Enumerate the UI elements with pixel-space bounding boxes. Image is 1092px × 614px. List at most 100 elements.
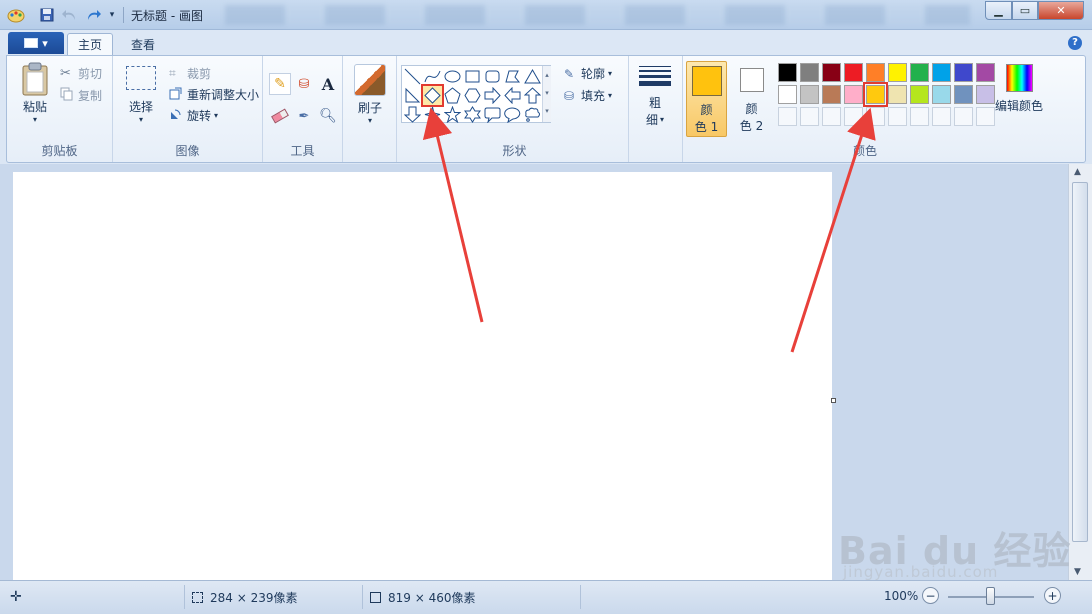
paste-button[interactable]: 粘贴 ▾ bbox=[17, 62, 53, 124]
color-swatch[interactable] bbox=[954, 63, 973, 82]
shapes-gallery-scroll[interactable]: ▴ ▾ ▾ bbox=[542, 66, 551, 122]
size-button[interactable]: 粗 细 ▾ bbox=[638, 66, 672, 128]
color-swatch[interactable] bbox=[888, 85, 907, 104]
shape-rounded-callout[interactable] bbox=[483, 105, 502, 124]
redo-icon[interactable] bbox=[84, 6, 102, 24]
color1-button[interactable]: 颜 色 1 bbox=[686, 61, 727, 137]
shape-right-arrow[interactable] bbox=[483, 86, 502, 105]
fill-button[interactable]: ⛁ 填充 ▾ bbox=[564, 87, 612, 104]
custom-color-slot[interactable] bbox=[932, 107, 951, 126]
color-swatch[interactable] bbox=[910, 85, 929, 104]
color-swatch[interactable] bbox=[844, 85, 863, 104]
custom-color-slot[interactable] bbox=[866, 107, 885, 126]
color-swatch[interactable] bbox=[778, 85, 797, 104]
color-swatch[interactable] bbox=[863, 82, 888, 107]
shape-oval-callout[interactable] bbox=[503, 105, 522, 124]
divider bbox=[580, 585, 581, 609]
ribbon-tab-row: ▾ 主页 查看 ? bbox=[0, 30, 1092, 55]
chevron-down-icon: ▾ bbox=[660, 115, 665, 124]
scroll-up-arrow-icon[interactable]: ▲ bbox=[1074, 167, 1081, 177]
custom-color-slot[interactable] bbox=[888, 107, 907, 126]
color-swatch[interactable] bbox=[932, 63, 951, 82]
shape-right-triangle[interactable] bbox=[403, 86, 422, 105]
shape-hexagon[interactable] bbox=[463, 86, 482, 105]
magnifier-icon: 🔍︎ bbox=[319, 108, 337, 124]
custom-color-slot[interactable] bbox=[844, 107, 863, 126]
tab-view[interactable]: 查看 bbox=[120, 33, 166, 55]
shape-line[interactable] bbox=[403, 67, 422, 86]
close-button[interactable]: ✕ bbox=[1038, 1, 1084, 20]
custom-color-slot[interactable] bbox=[778, 107, 797, 126]
shape-triangle[interactable] bbox=[523, 67, 542, 86]
brushes-button[interactable]: 刷子 ▾ bbox=[352, 64, 388, 125]
custom-color-slot[interactable] bbox=[910, 107, 929, 126]
magnifier-tool[interactable]: 🔍︎ bbox=[317, 105, 339, 127]
copy-button[interactable]: 复制 bbox=[60, 87, 102, 104]
image-group: 选择 ▾ ⌗ 裁剪 重新调整大小 旋转 ▾ 图像 bbox=[113, 56, 263, 162]
color-swatch[interactable] bbox=[910, 63, 929, 82]
select-button[interactable]: 选择 ▾ bbox=[123, 66, 159, 124]
shape-diamond[interactable] bbox=[421, 84, 444, 107]
zoom-in-button[interactable]: + bbox=[1044, 587, 1061, 604]
color-swatch[interactable] bbox=[866, 63, 885, 82]
scroll-down-arrow-icon[interactable]: ▼ bbox=[1074, 567, 1081, 577]
undo-icon[interactable] bbox=[61, 6, 79, 24]
resize-icon bbox=[169, 87, 187, 103]
edit-colors-button[interactable]: 编辑颜色 bbox=[992, 64, 1046, 114]
shape-up-arrow[interactable] bbox=[523, 86, 542, 105]
shape-six-point-star[interactable] bbox=[463, 105, 482, 124]
color-swatch[interactable] bbox=[954, 85, 973, 104]
shape-rectangle[interactable] bbox=[463, 67, 482, 86]
resize-button[interactable]: 重新调整大小 bbox=[169, 86, 259, 103]
save-icon[interactable] bbox=[38, 6, 56, 24]
shape-cloud-callout[interactable] bbox=[523, 105, 542, 124]
shape-four-point-star[interactable] bbox=[423, 105, 442, 124]
color-swatch[interactable] bbox=[822, 63, 841, 82]
crop-button[interactable]: ⌗ 裁剪 bbox=[169, 65, 211, 82]
app-menu-button[interactable]: ▾ bbox=[8, 32, 64, 54]
shape-polygon[interactable] bbox=[503, 67, 522, 86]
color2-button[interactable]: 颜 色 2 bbox=[731, 61, 772, 137]
color-swatch[interactable] bbox=[800, 85, 819, 104]
eraser-tool[interactable] bbox=[269, 105, 291, 127]
minimize-button[interactable]: ▁ bbox=[985, 1, 1012, 20]
pencil-tool[interactable]: ✎ bbox=[269, 73, 291, 95]
canvas-resize-handle-right[interactable] bbox=[831, 398, 836, 403]
cut-button[interactable]: ✂ 剪切 bbox=[60, 65, 102, 82]
maximize-button[interactable]: ▭ bbox=[1012, 1, 1038, 20]
custom-color-slot[interactable] bbox=[822, 107, 841, 126]
color-swatch[interactable] bbox=[778, 63, 797, 82]
fill-tool[interactable]: ⛁ bbox=[293, 73, 315, 95]
tab-home[interactable]: 主页 bbox=[67, 33, 113, 55]
brushes-label: 刷子 bbox=[357, 101, 382, 115]
custom-color-slot[interactable] bbox=[954, 107, 973, 126]
shapes-gallery[interactable]: ▴ ▾ ▾ bbox=[401, 65, 551, 123]
shape-down-arrow[interactable] bbox=[403, 105, 422, 124]
drawing-canvas[interactable] bbox=[13, 172, 832, 580]
shape-oval[interactable] bbox=[443, 67, 462, 86]
scrollbar-thumb[interactable] bbox=[1072, 182, 1088, 542]
vertical-scrollbar[interactable]: ▲ ▼ bbox=[1068, 164, 1092, 580]
color-swatch[interactable] bbox=[888, 63, 907, 82]
text-tool[interactable]: A bbox=[317, 73, 339, 95]
four-point-star-shape-icon bbox=[424, 106, 441, 123]
shape-rounded-rectangle[interactable] bbox=[483, 67, 502, 86]
help-icon[interactable]: ? bbox=[1068, 36, 1082, 50]
color-swatch[interactable] bbox=[844, 63, 863, 82]
color-swatch[interactable] bbox=[800, 63, 819, 82]
shape-pentagon[interactable] bbox=[443, 86, 462, 105]
shape-left-arrow[interactable] bbox=[503, 86, 522, 105]
color-swatch[interactable] bbox=[932, 85, 951, 104]
line-weights-icon bbox=[639, 66, 671, 86]
zoom-out-button[interactable]: − bbox=[922, 587, 939, 604]
shape-five-point-star[interactable] bbox=[443, 105, 462, 124]
color-picker-tool[interactable]: ✒ bbox=[293, 105, 315, 127]
paint-app-icon[interactable] bbox=[6, 6, 26, 24]
outline-button[interactable]: ✎ 轮廓 ▾ bbox=[564, 65, 612, 82]
color-swatch[interactable] bbox=[822, 85, 841, 104]
rotate-button[interactable]: 旋转 ▾ bbox=[169, 107, 218, 124]
blurred-taskbar-area bbox=[225, 5, 970, 25]
customize-dropdown-icon[interactable]: ▾ bbox=[106, 6, 118, 24]
custom-color-slot[interactable] bbox=[800, 107, 819, 126]
zoom-slider-thumb[interactable] bbox=[986, 587, 995, 605]
